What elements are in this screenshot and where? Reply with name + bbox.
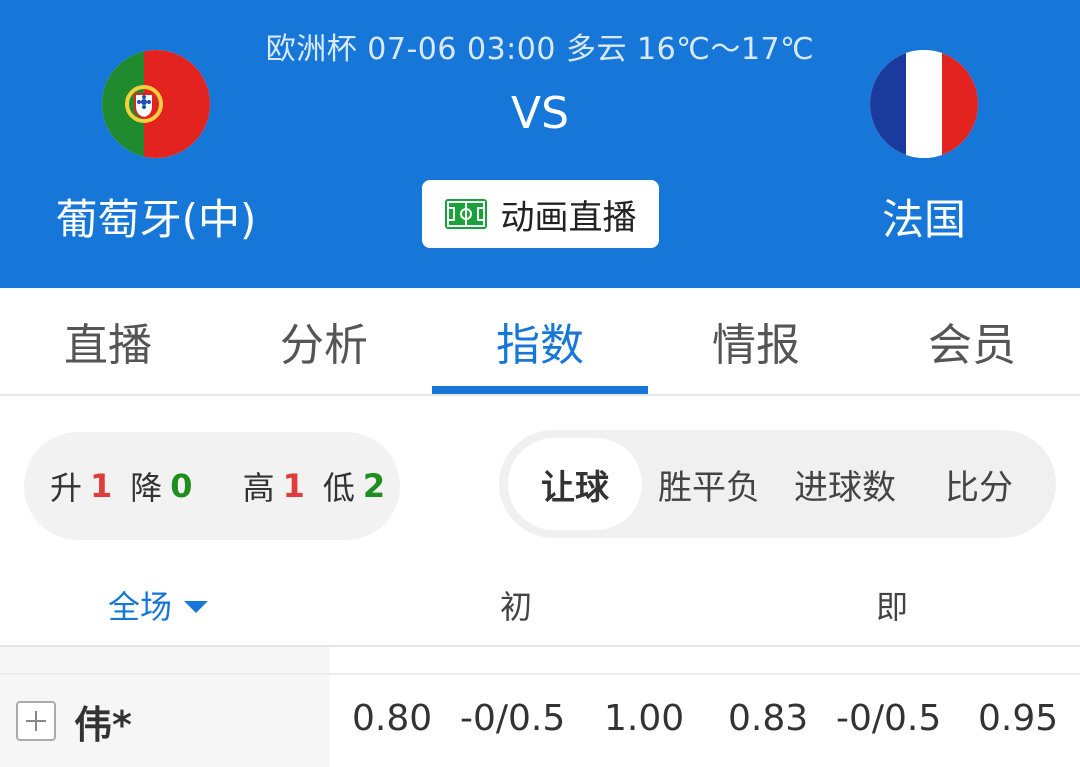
stat-down: 降 0 bbox=[130, 463, 192, 509]
stat-down-label: 降 bbox=[130, 469, 163, 507]
animation-live-label: 动画直播 bbox=[500, 197, 637, 238]
tab-bar: 直播 分析 指数 情报 会员 bbox=[0, 288, 1080, 396]
odds-type-handicap[interactable]: 让球 bbox=[508, 438, 642, 530]
stat-low-label: 低 bbox=[322, 469, 355, 507]
stat-high-label: 高 bbox=[242, 469, 275, 507]
stat-up: 升 1 bbox=[50, 463, 112, 509]
company-name[interactable]: 伟* bbox=[74, 694, 132, 749]
odds-type-switch: 让球 胜平负 进球数 比分 bbox=[499, 430, 1056, 538]
stat-down-value: 0 bbox=[170, 467, 193, 505]
france-flag-icon[interactable] bbox=[870, 50, 978, 158]
stat-low-value: 2 bbox=[362, 467, 386, 505]
initial-away-odds: 1.00 bbox=[604, 698, 685, 739]
stat-high: 高 1 bbox=[243, 463, 305, 509]
stat-high-value: 1 bbox=[282, 467, 305, 505]
stat-up-label: 升 bbox=[50, 469, 83, 507]
scope-dropdown[interactable]: 全场 bbox=[108, 582, 209, 628]
tab-odds[interactable]: 指数 bbox=[432, 288, 648, 394]
tab-member[interactable]: 会员 bbox=[864, 288, 1080, 394]
odds-change-summary: 升 1 降 0 高 1 低 2 bbox=[24, 432, 400, 540]
tab-live[interactable]: 直播 bbox=[0, 288, 216, 394]
odds-type-score[interactable]: 比分 bbox=[917, 438, 1041, 530]
initial-home-odds: 0.80 bbox=[352, 698, 433, 739]
instant-home-odds: 0.83 bbox=[728, 698, 809, 739]
animation-live-button[interactable]: 动画直播 bbox=[422, 180, 659, 248]
away-team-name[interactable]: 法国 bbox=[774, 186, 1074, 247]
caret-down-icon bbox=[184, 601, 209, 613]
tab-analysis[interactable]: 分析 bbox=[216, 288, 432, 394]
stat-low: 低 2 bbox=[323, 463, 385, 509]
initial-odds-header: 初 bbox=[500, 588, 533, 626]
soccer-field-icon bbox=[444, 199, 487, 229]
match-header: 欧洲杯 07-06 03:00 多云 16℃～17℃ VS 葡萄牙(中) 法国 bbox=[0, 0, 1080, 288]
odds-type-goals[interactable]: 进球数 bbox=[780, 438, 910, 530]
row-divider bbox=[0, 673, 1080, 675]
instant-handicap: -0/0.5 bbox=[836, 698, 942, 739]
initial-handicap: -0/0.5 bbox=[460, 698, 566, 739]
expand-plus-icon[interactable] bbox=[16, 701, 56, 741]
home-team-name[interactable]: 葡萄牙(中) bbox=[6, 186, 306, 247]
tab-intel[interactable]: 情报 bbox=[648, 288, 864, 394]
scope-label: 全场 bbox=[108, 588, 173, 626]
stat-up-value: 1 bbox=[90, 467, 113, 505]
instant-odds-header: 即 bbox=[876, 588, 909, 626]
odds-type-1x2[interactable]: 胜平负 bbox=[644, 438, 774, 530]
instant-away-odds: 0.95 bbox=[978, 698, 1059, 739]
